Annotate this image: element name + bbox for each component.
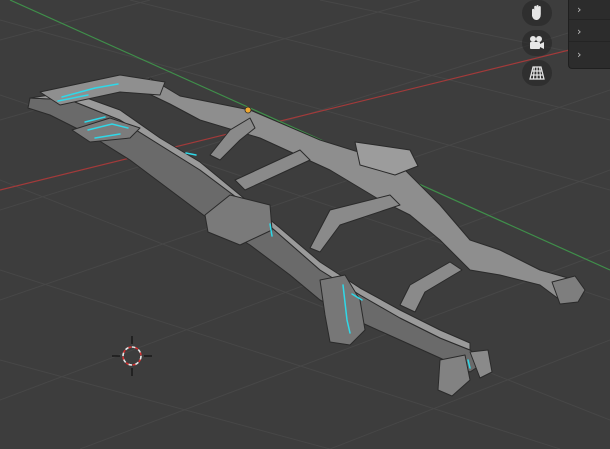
chevron-right-icon: › xyxy=(577,3,582,16)
sidebar-tab-3[interactable]: › xyxy=(569,44,610,64)
sidebar-tabs: › › › xyxy=(568,0,610,69)
pan-view-button[interactable] xyxy=(522,0,552,26)
rear-leg[interactable] xyxy=(437,354,471,397)
viewport-canvas[interactable] xyxy=(0,0,610,449)
chevron-right-icon: › xyxy=(577,47,582,61)
camera-view-button[interactable] xyxy=(522,30,552,56)
grid-icon xyxy=(529,65,545,81)
rear-mount[interactable] xyxy=(551,275,586,305)
cross-member-4[interactable] xyxy=(399,261,463,313)
object-origin[interactable] xyxy=(244,106,252,114)
chassis-mesh[interactable] xyxy=(27,74,586,397)
hand-icon xyxy=(529,4,545,22)
chevron-right-icon: › xyxy=(577,25,582,38)
floor-grid xyxy=(0,0,610,449)
3d-viewport[interactable] xyxy=(0,0,610,449)
3d-cursor[interactable] xyxy=(112,336,152,376)
camera-icon xyxy=(528,35,546,51)
perspective-toggle-button[interactable] xyxy=(522,60,552,86)
cross-member-2[interactable] xyxy=(234,149,311,191)
navigation-gizmo xyxy=(522,0,552,90)
sidebar-tab-2[interactable]: › xyxy=(569,22,610,42)
sidebar-tab-1[interactable]: › xyxy=(569,0,610,20)
